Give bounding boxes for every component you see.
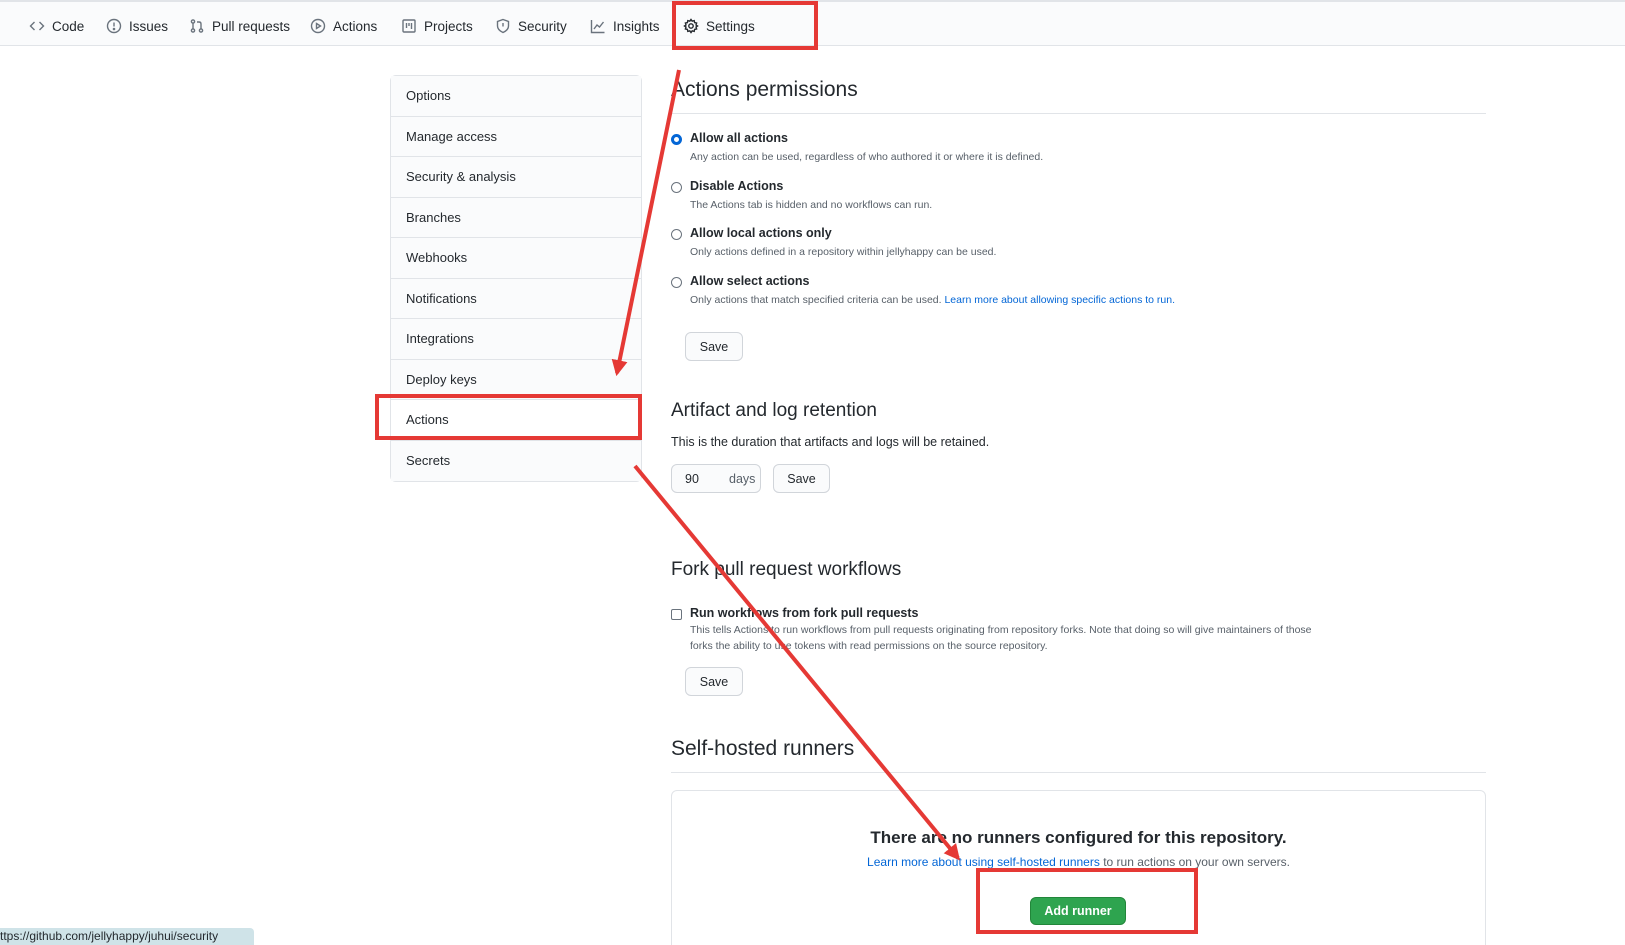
tab-security[interactable]: Security <box>495 16 567 36</box>
option-desc-text: Only actions that match specified criter… <box>690 294 942 306</box>
sidebar-item-label: Deploy keys <box>406 371 477 387</box>
graph-icon <box>590 20 605 34</box>
retention-days-value: 90 <box>685 471 699 486</box>
option-desc: Only actions that match specified criter… <box>690 292 1175 308</box>
repo-tab-nav: Code Issues Pull requests Actions Projec… <box>0 0 1625 46</box>
option-desc-line: forks the ability to use tokens with rea… <box>690 640 1048 652</box>
tab-security-label: Security <box>518 18 567 34</box>
tab-projects[interactable]: Projects <box>401 16 473 36</box>
divider <box>671 113 1486 114</box>
actions-permissions-heading: Actions permissions <box>671 78 858 101</box>
option-local-only[interactable]: Allow local actions only Only actions de… <box>671 226 996 260</box>
option-disable[interactable]: Disable Actions The Actions tab is hidde… <box>671 179 932 213</box>
gear-icon <box>683 18 699 34</box>
shield-icon <box>496 18 510 34</box>
tab-actions[interactable]: Actions <box>310 16 377 36</box>
option-desc: Any action can be used, regardless of wh… <box>690 151 1044 163</box>
sidebar-item-manage-access[interactable]: Manage access <box>391 116 641 157</box>
blankslate-title: There are no runners configured for this… <box>870 828 1287 847</box>
tab-actions-label: Actions <box>333 18 378 34</box>
retention-days-input[interactable]: 90 days <box>671 464 761 493</box>
radio-local-only[interactable] <box>671 229 682 240</box>
sidebar-item-actions[interactable]: Actions <box>391 400 641 441</box>
tab-insights-label: Insights <box>613 18 660 34</box>
option-select[interactable]: Allow select actions Only actions that m… <box>671 274 1175 308</box>
issue-icon <box>106 18 122 34</box>
tab-insights[interactable]: Insights <box>590 16 660 36</box>
option-title: Allow all actions <box>690 131 788 145</box>
tab-issues[interactable]: Issues <box>106 16 168 36</box>
checkbox-run-fork-workflows[interactable] <box>671 609 682 620</box>
tab-code[interactable]: Code <box>29 16 84 36</box>
tab-projects-label: Projects <box>424 18 473 34</box>
status-bar-url: ttps://github.com/jellyhappy/juhui/secur… <box>0 928 254 945</box>
sidebar-item-webhooks[interactable]: Webhooks <box>391 238 641 279</box>
runners-blankslate: There are no runners configured for this… <box>671 790 1486 945</box>
option-title: Allow local actions only <box>690 226 832 240</box>
save-fork-button[interactable]: Save <box>685 667 743 696</box>
save-retention-button[interactable]: Save <box>773 464 830 493</box>
sidebar-item-label: Security & analysis <box>406 169 516 185</box>
tab-code-label: Code <box>52 18 85 34</box>
blankslate-desc-suffix: to run actions on your own servers. <box>1099 855 1290 869</box>
save-permissions-button[interactable]: Save <box>685 332 743 361</box>
learn-more-runners-link[interactable]: Learn more about using self-hosted runne… <box>867 855 1100 869</box>
sidebar-item-label: Branches <box>406 209 461 225</box>
sidebar-item-options[interactable]: Options <box>391 76 641 117</box>
sidebar-item-label: Manage access <box>406 128 498 144</box>
tab-settings-label: Settings <box>706 18 755 34</box>
sidebar-item-security-analysis[interactable]: Security & analysis <box>391 157 641 198</box>
option-desc: The Actions tab is hidden and no workflo… <box>690 199 933 211</box>
option-title: Run workflows from fork pull requests <box>690 606 919 620</box>
divider <box>671 772 1486 773</box>
tab-settings[interactable]: Settings <box>683 16 755 36</box>
option-desc-line: This tells Actions to run workflows from… <box>690 624 1312 636</box>
sidebar-item-label: Options <box>406 88 451 104</box>
radio-allow-all[interactable] <box>671 134 682 145</box>
tab-pull-requests-label: Pull requests <box>212 18 291 34</box>
sidebar-item-label: Webhooks <box>406 250 468 266</box>
blankslate-desc: Learn more about using self-hosted runne… <box>672 855 1485 869</box>
retention-days-unit: days <box>729 471 756 486</box>
sidebar-item-integrations[interactable]: Integrations <box>391 319 641 360</box>
retention-heading: Artifact and log retention <box>671 400 877 421</box>
tab-pull-requests[interactable]: Pull requests <box>189 16 290 36</box>
option-desc: Only actions defined in a repository wit… <box>690 246 997 258</box>
sidebar-item-notifications[interactable]: Notifications <box>391 278 641 319</box>
sidebar-item-deploy-keys[interactable]: Deploy keys <box>391 359 641 400</box>
option-allow-all[interactable]: Allow all actions Any action can be used… <box>671 131 1043 165</box>
sidebar-item-label: Integrations <box>406 331 474 347</box>
sidebar-item-label: Secrets <box>406 453 451 469</box>
play-icon <box>310 18 326 34</box>
sidebar-item-label: Notifications <box>406 290 477 306</box>
radio-disable[interactable] <box>671 182 682 193</box>
sidebar-item-label: Actions <box>406 412 449 428</box>
option-run-fork-workflows[interactable]: Run workflows from fork pull requests Th… <box>671 606 1312 654</box>
add-runner-button[interactable]: Add runner <box>1030 897 1126 925</box>
tab-issues-label: Issues <box>129 18 169 34</box>
learn-more-select-actions-link[interactable]: Learn more about allowing specific actio… <box>944 294 1175 306</box>
pull-request-icon <box>190 19 204 33</box>
project-icon <box>402 19 416 33</box>
sidebar-item-secrets[interactable]: Secrets <box>391 440 641 481</box>
runners-heading: Self-hosted runners <box>671 737 855 760</box>
settings-sidebar: Options Manage access Security & analysi… <box>390 75 642 482</box>
fork-heading: Fork pull request workflows <box>671 559 902 580</box>
radio-select[interactable] <box>671 277 682 288</box>
code-icon <box>29 21 45 31</box>
option-title: Allow select actions <box>690 274 810 288</box>
option-desc: This tells Actions to run workflows from… <box>690 622 1312 654</box>
option-title: Disable Actions <box>690 179 784 193</box>
retention-desc: This is the duration that artifacts and … <box>671 435 990 449</box>
sidebar-item-branches[interactable]: Branches <box>391 197 641 238</box>
